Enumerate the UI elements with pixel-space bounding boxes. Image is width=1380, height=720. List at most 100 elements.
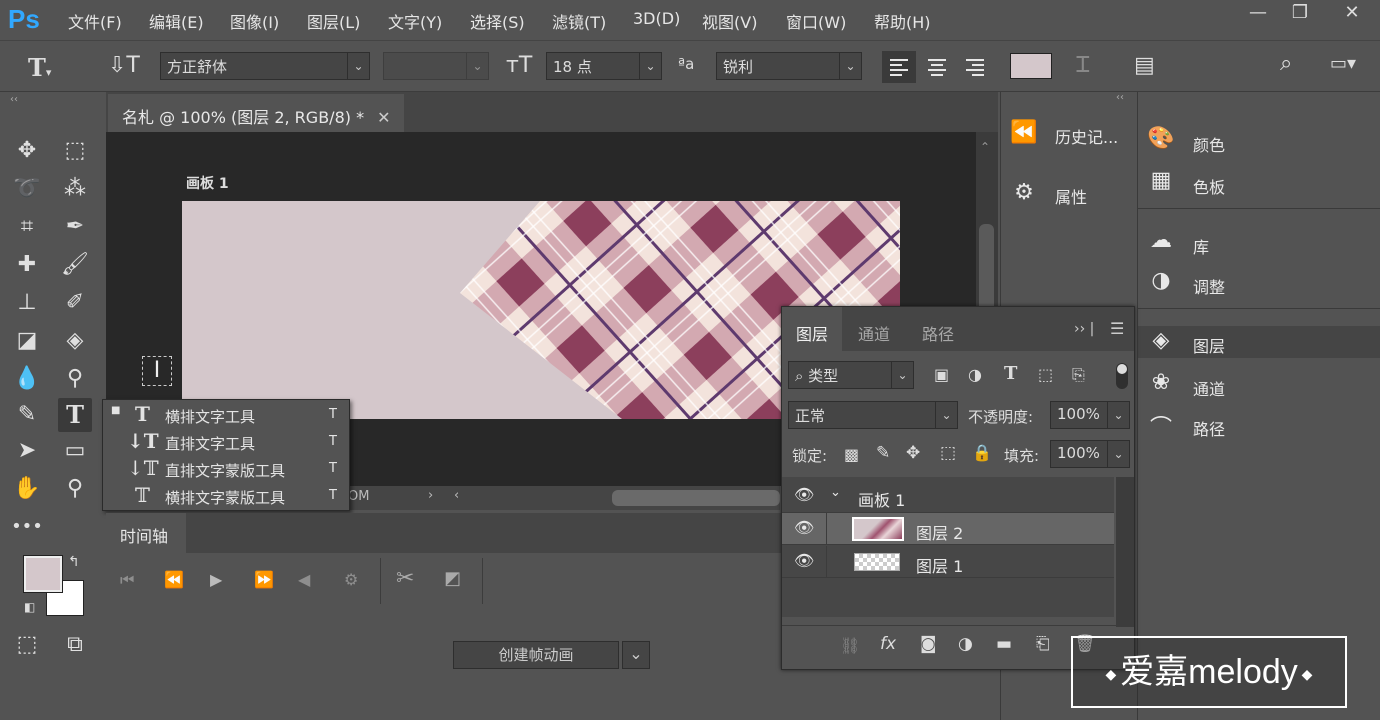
toggle-orientation-icon[interactable]: ⇩T	[108, 53, 140, 78]
lock-image-icon[interactable]: ✎	[876, 443, 890, 463]
panel-layers-active[interactable]: ◈ 图层	[1138, 326, 1380, 358]
filter-adjustment-icon[interactable]: ◑	[968, 365, 982, 384]
collapse-icon[interactable]: ‹‹	[10, 94, 18, 105]
collapse-panel-icon[interactable]: ›› |	[1074, 321, 1094, 337]
visibility-eye-icon[interactable]: 👁	[794, 485, 814, 504]
move-tool-icon[interactable]: ✥	[10, 134, 44, 168]
create-animation-dropdown-icon[interactable]: ⌄	[622, 641, 650, 669]
rectangle-tool-icon[interactable]: ▭	[58, 434, 92, 468]
new-group-folder-icon[interactable]: ▬	[996, 634, 1012, 654]
default-colors-icon[interactable]: ◧	[24, 600, 35, 614]
expand-chevron-icon[interactable]: ⌄	[830, 485, 841, 500]
history-brush-tool-icon[interactable]: ✐	[58, 286, 92, 320]
eraser-tool-icon[interactable]: ◪	[10, 324, 44, 358]
scroll-right-icon[interactable]: ›	[428, 488, 433, 503]
menu-select[interactable]: 选择(S)	[470, 9, 525, 33]
more-tools-icon[interactable]: •••	[10, 510, 44, 544]
lock-all-icon[interactable]: 🔒	[972, 443, 992, 462]
character-panel-icon[interactable]: ▤	[1134, 53, 1155, 78]
menu-view[interactable]: 视图(V)	[702, 9, 757, 33]
flyout-item-vertical-type-mask[interactable]: ↓𝕋 直排文字蒙版工具 T	[103, 456, 349, 483]
warp-text-icon[interactable]: Ꮖ	[1076, 53, 1090, 78]
menu-filter[interactable]: 滤镜(T)	[552, 9, 606, 33]
restore-icon[interactable]: ❐	[1280, 2, 1320, 28]
next-frame-icon[interactable]: ⏩	[254, 570, 274, 589]
artboard-label[interactable]: 画板 1	[186, 173, 229, 193]
panel-swatches[interactable]: ▦ 色板	[1146, 164, 1376, 200]
lock-transparency-icon[interactable]: ▩	[844, 445, 859, 464]
adjustment-layer-icon[interactable]: ◑	[958, 634, 973, 654]
marquee-tool-icon[interactable]: ⬚	[58, 134, 92, 168]
panel-libraries[interactable]: ☁ 库	[1146, 224, 1376, 260]
first-frame-icon[interactable]: ⏮	[120, 570, 134, 590]
lasso-tool-icon[interactable]: ➰	[10, 172, 44, 206]
clone-stamp-tool-icon[interactable]: ⊥	[10, 286, 44, 320]
panel-adjustments[interactable]: ◑ 调整	[1146, 264, 1376, 300]
menu-window[interactable]: 窗口(W)	[786, 9, 846, 33]
transition-icon[interactable]: ◩	[444, 568, 461, 589]
type-tool-icon[interactable]: T	[58, 398, 92, 432]
scroll-left-icon[interactable]: ‹	[454, 488, 459, 503]
menu-image[interactable]: 图像(I)	[230, 9, 279, 33]
flyout-item-horizontal-type-mask[interactable]: 𝕋 横排文字蒙版工具 T	[103, 483, 349, 510]
menu-layer[interactable]: 图层(L)	[307, 9, 360, 33]
menu-edit[interactable]: 编辑(E)	[149, 9, 204, 33]
text-color-swatch[interactable]	[1010, 53, 1052, 79]
filter-smart-object-icon[interactable]: ⎘	[1072, 365, 1085, 385]
add-mask-icon[interactable]: ◙	[920, 634, 937, 654]
opacity-input[interactable]: 100% ⌄	[1050, 401, 1130, 429]
layer-filter-select[interactable]: ⌕ 类型 ⌄	[788, 361, 914, 389]
new-layer-icon[interactable]: ⎗	[1036, 634, 1050, 654]
panel-color[interactable]: 🎨 颜色	[1146, 122, 1376, 158]
horizontal-scrollbar[interactable]: OM › ‹	[336, 486, 780, 510]
document-tab[interactable]: 名札 @ 100% (图层 2, RGB/8) * ✕	[108, 94, 404, 132]
previous-frame-icon[interactable]: ⏪	[164, 570, 184, 589]
panel-menu-icon[interactable]: ☰	[1110, 319, 1124, 338]
font-family-select[interactable]: 方正舒体 ⌄	[160, 52, 370, 80]
timeline-tab[interactable]: 时间轴	[106, 513, 186, 553]
quick-select-tool-icon[interactable]: ⁂	[58, 172, 92, 206]
audio-icon[interactable]: ◀	[298, 570, 310, 589]
visibility-eye-icon[interactable]: 👁	[794, 518, 814, 537]
create-frame-animation-button[interactable]: 创建帧动画	[453, 641, 619, 669]
menu-file[interactable]: 文件(F)	[68, 9, 122, 33]
tab-channels[interactable]: 通道	[844, 307, 904, 351]
layers-scrollbar[interactable]	[1116, 477, 1134, 627]
font-style-select[interactable]: ⌄	[383, 52, 489, 80]
align-right-button[interactable]	[958, 51, 992, 83]
quick-mask-icon[interactable]: ⬚	[10, 628, 44, 662]
align-left-button[interactable]	[882, 51, 916, 83]
crop-tool-icon[interactable]: ⌗	[10, 210, 44, 244]
hand-tool-icon[interactable]: ✋	[10, 472, 44, 506]
swap-colors-icon[interactable]: ↰	[68, 554, 80, 570]
fill-input[interactable]: 100% ⌄	[1050, 440, 1130, 468]
paint-bucket-tool-icon[interactable]: ◈	[58, 324, 92, 358]
panel-channels[interactable]: ❀ 通道	[1146, 366, 1376, 402]
type-tool-preset-icon[interactable]: T▾	[28, 53, 51, 82]
panel-history[interactable]: ⏪ 历史记...	[1009, 114, 1133, 154]
dodge-tool-icon[interactable]: ⚲	[58, 362, 92, 396]
close-window-icon[interactable]: ✕	[1332, 2, 1372, 28]
close-tab-icon[interactable]: ✕	[377, 108, 390, 127]
menu-type[interactable]: 文字(Y)	[388, 9, 442, 33]
split-scissors-icon[interactable]: ✂	[396, 566, 414, 591]
panel-paths[interactable]: ⌒ 路径	[1146, 406, 1376, 442]
lock-artboard-icon[interactable]: ⬚	[940, 443, 956, 463]
menu-3d[interactable]: 3D(D)	[633, 9, 680, 28]
layer-row-selected[interactable]: 👁 图层 2	[782, 513, 1114, 545]
workspace-icon[interactable]: ▭▾	[1330, 53, 1356, 74]
layer-row-artboard[interactable]: 👁 ⌄ 画板 1	[782, 479, 1114, 513]
healing-brush-tool-icon[interactable]: ✚	[10, 248, 44, 282]
screen-mode-icon[interactable]: ⧉	[58, 628, 92, 662]
fx-icon[interactable]: fx	[880, 634, 896, 654]
menu-help[interactable]: 帮助(H)	[874, 9, 931, 33]
flyout-item-vertical-type[interactable]: ↓T 直排文字工具 T	[103, 429, 349, 456]
play-icon[interactable]: ▶	[210, 570, 222, 589]
eyedropper-tool-icon[interactable]: ✒	[58, 210, 92, 244]
filter-pixel-icon[interactable]: ▣	[934, 365, 949, 384]
settings-gear-icon[interactable]: ⚙	[344, 570, 358, 589]
tab-layers[interactable]: 图层	[782, 307, 843, 351]
blend-mode-select[interactable]: 正常 ⌄	[788, 401, 958, 429]
visibility-eye-icon[interactable]: 👁	[794, 551, 814, 570]
minimize-icon[interactable]: —	[1238, 2, 1278, 28]
